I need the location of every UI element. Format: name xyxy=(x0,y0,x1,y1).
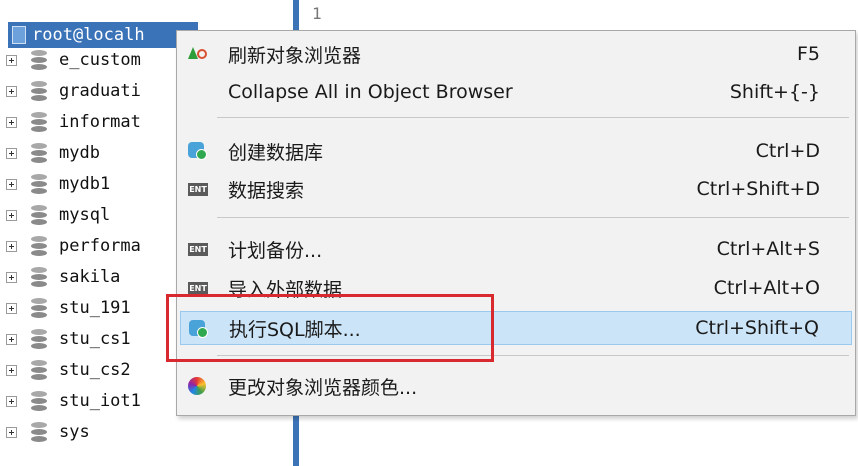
menu-item-shortcut: Ctrl+Shift+Q xyxy=(695,317,819,339)
menu-separator xyxy=(217,217,849,218)
ent-icon: ENT xyxy=(188,282,208,295)
create-database-icon xyxy=(188,142,208,160)
execute-sql-icon xyxy=(189,320,209,338)
menu-separator xyxy=(217,355,849,356)
tree-root-label: root@localh xyxy=(32,25,145,45)
expand-icon[interactable] xyxy=(6,364,17,376)
expand-icon[interactable] xyxy=(6,271,17,283)
tree-item-db[interactable]: mysql xyxy=(6,203,110,227)
menu-separator xyxy=(217,117,849,118)
tree-item-label: graduati xyxy=(59,81,141,101)
tree-item-label: stu_iot1 xyxy=(59,391,141,411)
menu-item-shortcut: Ctrl+Alt+S xyxy=(716,238,820,260)
ent-icon: ENT xyxy=(188,183,208,196)
editor-line-number: 1 xyxy=(312,4,322,23)
menu-item-label: 导入外部数据 xyxy=(228,278,343,301)
menu-item-collapse-all[interactable]: Collapse All in Object Browser Shift+{-} xyxy=(180,75,852,109)
menu-item-shortcut: F5 xyxy=(796,43,820,65)
menu-item-label: Collapse All in Object Browser xyxy=(228,81,513,103)
context-menu: 刷新对象浏览器 F5 Collapse All in Object Browse… xyxy=(176,30,856,416)
database-icon xyxy=(31,298,47,318)
tree-item-label: informat xyxy=(59,112,141,132)
expand-icon[interactable] xyxy=(6,333,17,345)
database-icon xyxy=(31,329,47,349)
expand-icon[interactable] xyxy=(6,147,17,159)
expand-icon[interactable] xyxy=(6,395,17,407)
menu-item-shortcut: Ctrl+D xyxy=(755,140,820,162)
database-icon xyxy=(31,50,47,70)
tree-item-db[interactable]: sys xyxy=(6,420,90,444)
database-icon xyxy=(31,391,47,411)
menu-item-import-external-data[interactable]: ENT 导入外部数据 Ctrl+Alt+O xyxy=(180,271,852,305)
tree-item-label: sys xyxy=(59,422,90,442)
tree-item-label: stu_cs2 xyxy=(59,360,131,380)
menu-item-label: 计划备份... xyxy=(228,239,323,262)
expand-icon[interactable] xyxy=(6,240,17,252)
ent-icon: ENT xyxy=(188,243,208,256)
expand-icon[interactable] xyxy=(6,209,17,221)
menu-item-data-search[interactable]: ENT 数据搜索 Ctrl+Shift+D xyxy=(180,172,852,206)
tree-item-label: sakila xyxy=(59,267,121,287)
expand-icon[interactable] xyxy=(6,426,17,438)
tree-item-label: mysql xyxy=(59,205,111,225)
menu-item-execute-sql-script[interactable]: 执行SQL脚本... Ctrl+Shift+Q xyxy=(180,311,852,345)
tree-item-db[interactable]: mydb xyxy=(6,141,100,165)
menu-item-label: 执行SQL脚本... xyxy=(229,318,361,341)
menu-item-label: 更改对象浏览器颜色... xyxy=(228,376,418,399)
color-wheel-icon xyxy=(188,377,208,395)
database-icon xyxy=(31,360,47,380)
menu-item-create-database[interactable]: 创建数据库 Ctrl+D xyxy=(180,134,852,168)
tree-item-db[interactable]: informat xyxy=(6,110,141,134)
tree-item-label: stu_cs1 xyxy=(59,329,131,349)
tree-item-label: mydb xyxy=(59,143,100,163)
database-icon xyxy=(31,174,47,194)
database-icon xyxy=(31,236,47,256)
tree-item-label: e_custom xyxy=(59,50,141,70)
expand-icon[interactable] xyxy=(6,178,17,190)
tree-item-db[interactable]: sakila xyxy=(6,265,120,289)
tree-item-label: performa xyxy=(59,236,141,256)
menu-item-label: 数据搜索 xyxy=(228,179,305,202)
menu-item-shortcut: Ctrl+Shift+D xyxy=(696,178,820,200)
menu-item-refresh-object-browser[interactable]: 刷新对象浏览器 F5 xyxy=(180,37,852,71)
menu-item-label: 创建数据库 xyxy=(228,141,324,164)
database-icon xyxy=(31,422,47,442)
menu-item-label: 刷新对象浏览器 xyxy=(228,44,362,67)
database-icon xyxy=(31,81,47,101)
tree-item-label: mydb1 xyxy=(59,174,111,194)
tree-item-db[interactable]: stu_cs1 xyxy=(6,327,131,351)
expand-icon[interactable] xyxy=(6,54,17,66)
tree-item-db[interactable]: stu_cs2 xyxy=(6,358,131,382)
tree-item-db[interactable]: stu_iot1 xyxy=(6,389,141,413)
tree-item-label: stu_191 xyxy=(59,298,131,318)
menu-item-change-browser-color[interactable]: 更改对象浏览器颜色... xyxy=(180,369,852,403)
database-icon xyxy=(31,112,47,132)
expand-icon[interactable] xyxy=(6,116,17,128)
database-icon xyxy=(31,143,47,163)
tree-item-db[interactable]: mydb1 xyxy=(6,172,110,196)
expand-icon[interactable] xyxy=(6,85,17,97)
database-icon xyxy=(31,267,47,287)
connection-icon xyxy=(12,26,26,44)
tree-root-connection[interactable]: root@localh xyxy=(8,22,198,48)
tree-item-db[interactable]: graduati xyxy=(6,79,141,103)
database-icon xyxy=(31,205,47,225)
tree-item-db[interactable]: stu_191 xyxy=(6,296,131,320)
menu-item-schedule-backup[interactable]: ENT 计划备份... Ctrl+Alt+S xyxy=(180,232,852,266)
menu-item-shortcut: Shift+{-} xyxy=(729,81,820,103)
tree-item-db[interactable]: performa xyxy=(6,234,141,258)
expand-icon[interactable] xyxy=(6,302,17,314)
menu-item-shortcut: Ctrl+Alt+O xyxy=(713,277,820,299)
tree-item-db[interactable]: e_custom xyxy=(6,48,141,72)
refresh-icon xyxy=(188,45,208,63)
